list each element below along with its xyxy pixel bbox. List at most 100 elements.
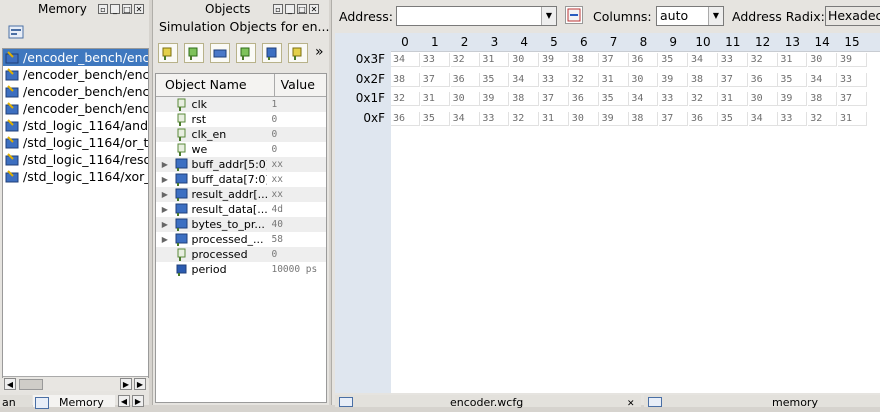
- memory-cell[interactable]: 35: [659, 53, 689, 67]
- memory-cell[interactable]: 32: [391, 92, 420, 106]
- object-row[interactable]: ▶ result_addr[... xx: [156, 187, 326, 202]
- memory-cell[interactable]: 34: [450, 111, 480, 126]
- memory-cell[interactable]: 31: [718, 92, 748, 106]
- scroll-right-icon[interactable]: ▶: [120, 378, 132, 390]
- memory-cell[interactable]: 31: [838, 111, 867, 126]
- chevron-down-icon[interactable]: ▼: [708, 7, 723, 25]
- object-row[interactable]: ▶ bytes_to_pr... 40: [156, 217, 326, 232]
- memory-cell[interactable]: 37: [540, 92, 569, 106]
- memory-cell[interactable]: 32: [808, 111, 838, 126]
- object-row[interactable]: period 10000 ps: [156, 262, 326, 277]
- memory-cell[interactable]: 33: [480, 111, 510, 126]
- tab-an[interactable]: an: [0, 395, 32, 409]
- memory-cell[interactable]: 32: [510, 111, 540, 126]
- go-to-address-icon[interactable]: [565, 6, 583, 24]
- memory-cell[interactable]: 35: [718, 111, 748, 126]
- expand-arrow-icon[interactable]: ▶: [156, 205, 174, 214]
- object-row[interactable]: processed 0: [156, 247, 326, 262]
- filter-internal-icon[interactable]: [236, 43, 256, 63]
- columns-select[interactable]: auto ▼: [656, 6, 724, 26]
- object-row[interactable]: we 0: [156, 142, 326, 157]
- memory-cell[interactable]: 32: [748, 53, 778, 67]
- restore-icon[interactable]: ▫: [273, 4, 283, 14]
- filter-output-icon[interactable]: [184, 43, 204, 63]
- memory-cell[interactable]: 33: [778, 111, 808, 126]
- memory-cell[interactable]: 35: [778, 72, 808, 87]
- memory-cell[interactable]: 32: [450, 53, 480, 67]
- memory-cell[interactable]: 33: [718, 53, 748, 67]
- memory-cell[interactable]: 30: [450, 92, 480, 106]
- memory-cell[interactable]: 34: [689, 53, 718, 67]
- radix-select[interactable]: Hexadec: [825, 6, 880, 26]
- memory-cell[interactable]: 38: [510, 92, 540, 106]
- scroll-thumb[interactable]: [19, 379, 43, 390]
- maximize-icon[interactable]: □: [122, 4, 132, 14]
- memory-cell[interactable]: 34: [510, 72, 540, 87]
- tab-scroll-left-icon[interactable]: ◀: [118, 395, 130, 407]
- maximize-icon[interactable]: □: [297, 4, 307, 14]
- memory-cell[interactable]: 37: [838, 92, 867, 106]
- memory-cell[interactable]: 38: [569, 53, 599, 67]
- memory-cell[interactable]: 38: [391, 72, 420, 87]
- memory-cell[interactable]: 39: [838, 53, 867, 67]
- memory-cell[interactable]: 34: [748, 111, 778, 126]
- memory-cell[interactable]: 36: [629, 53, 659, 67]
- filter-inout-icon[interactable]: [210, 43, 230, 63]
- object-row[interactable]: clk_en 0: [156, 127, 326, 142]
- memory-cell[interactable]: 38: [629, 111, 659, 126]
- memory-cell[interactable]: 36: [748, 72, 778, 87]
- memory-list-item[interactable]: /encoder_bench/enc: [3, 66, 148, 83]
- memory-cell[interactable]: 30: [569, 111, 599, 126]
- memory-cell[interactable]: 37: [718, 72, 748, 87]
- object-row[interactable]: ▶ buff_addr[5:0] xx: [156, 157, 326, 172]
- more-toolbar-button[interactable]: »: [315, 44, 324, 60]
- memory-list-item[interactable]: /encoder_bench/enc: [3, 100, 148, 117]
- memory-cell[interactable]: 34: [629, 92, 659, 106]
- memory-list-scrollbar[interactable]: ◀ ▶ ▶: [3, 376, 148, 391]
- memory-cell[interactable]: 39: [540, 53, 569, 67]
- col-object-name[interactable]: Object Name: [156, 74, 275, 96]
- memory-cell[interactable]: 36: [689, 111, 718, 126]
- memory-cell[interactable]: 37: [420, 72, 450, 87]
- tab-encoder-wcfg[interactable]: encoder.wcfg ✕: [335, 395, 641, 409]
- object-row[interactable]: ▶ result_data[... 4d: [156, 202, 326, 217]
- expand-arrow-icon[interactable]: ▶: [156, 235, 174, 244]
- close-icon[interactable]: ✕: [134, 4, 144, 14]
- memory-cell[interactable]: 38: [808, 92, 838, 106]
- tab-memory-view[interactable]: memory: [644, 395, 880, 409]
- memory-cell[interactable]: 30: [748, 92, 778, 106]
- minimize-icon[interactable]: _: [110, 4, 120, 14]
- filter-constant-icon[interactable]: [262, 43, 282, 63]
- memory-list-item[interactable]: /std_logic_1164/and: [3, 117, 148, 134]
- memory-cell[interactable]: 34: [808, 72, 838, 87]
- memory-cell[interactable]: 35: [599, 92, 629, 106]
- tab-memory[interactable]: Memory: [33, 395, 115, 409]
- memory-cell[interactable]: 34: [391, 53, 420, 67]
- memory-cell[interactable]: 31: [778, 53, 808, 67]
- memory-cell[interactable]: 36: [391, 111, 420, 126]
- scroll-left-icon[interactable]: ◀: [4, 378, 16, 390]
- close-icon[interactable]: ✕: [309, 4, 319, 14]
- memory-list-item[interactable]: /std_logic_1164/xor_: [3, 168, 148, 185]
- memory-cell[interactable]: 32: [569, 72, 599, 87]
- expand-arrow-icon[interactable]: ▶: [156, 190, 174, 199]
- memory-cell[interactable]: 37: [599, 53, 629, 67]
- object-row[interactable]: rst 0: [156, 112, 326, 127]
- memory-cell[interactable]: 33: [540, 72, 569, 87]
- minimize-icon[interactable]: _: [285, 4, 295, 14]
- object-row[interactable]: ▶ buff_data[7:0] xx: [156, 172, 326, 187]
- memory-cell[interactable]: 31: [540, 111, 569, 126]
- memory-cell[interactable]: 39: [480, 92, 510, 106]
- memory-cell[interactable]: 31: [420, 92, 450, 106]
- close-icon[interactable]: ✕: [627, 396, 635, 412]
- tab-scroll-right-icon[interactable]: ▶: [132, 395, 144, 407]
- memory-list-item[interactable]: /std_logic_1164/or_t: [3, 134, 148, 151]
- scroll-right-end-icon[interactable]: ▶: [134, 378, 146, 390]
- filter-input-icon[interactable]: [158, 43, 178, 63]
- chevron-down-icon[interactable]: ▼: [541, 7, 556, 25]
- memory-cell[interactable]: 30: [808, 53, 838, 67]
- memory-cell[interactable]: 33: [420, 53, 450, 67]
- object-row[interactable]: clk 1: [156, 97, 326, 112]
- memory-list-item[interactable]: /encoder_bench/enc: [3, 83, 148, 100]
- expand-arrow-icon[interactable]: ▶: [156, 175, 174, 184]
